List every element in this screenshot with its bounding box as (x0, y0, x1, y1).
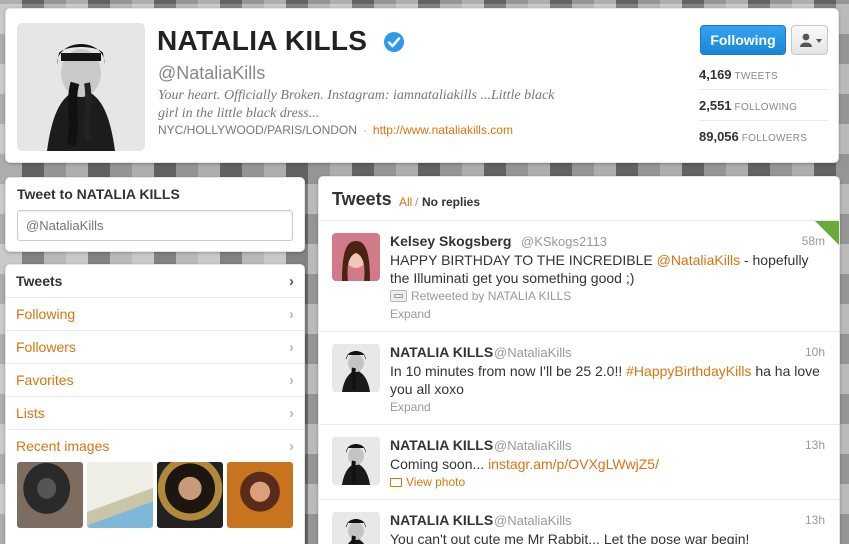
chevron-right-icon: › (289, 438, 294, 455)
retweeted-by-row: Retweeted by NATALIA KILLS (390, 289, 571, 303)
tweet-text: HAPPY BIRTHDAY TO THE INCREDIBLE @Natali… (390, 251, 830, 287)
following-button[interactable]: Following (700, 25, 786, 55)
profile-name: NATALIA KILLS (157, 25, 368, 56)
mention-link[interactable]: @NataliaKills (657, 252, 740, 268)
tweet-timestamp[interactable]: 10h (805, 345, 825, 359)
tweet-avatar[interactable] (332, 344, 380, 392)
following-stat-label: FOLLOWING (734, 102, 798, 113)
profile-bio: Your heart. Officially Broken. Instagram… (158, 88, 555, 121)
tweet-text: Coming soon... instagr.am/p/OVXgLWwjZ5/ (390, 455, 830, 473)
nav-item-tweets[interactable]: Tweets › (6, 265, 304, 298)
tweet-author-name[interactable]: NATALIA KILLS (390, 344, 493, 360)
view-photo-label: View photo (406, 475, 466, 489)
nav-item-label: Followers (16, 339, 76, 355)
retweet-icon (390, 290, 407, 302)
tweet-author-name[interactable]: Kelsey Skogsberg (390, 233, 511, 249)
profile-location-row: NYC/HOLLYWOOD/PARIS/LONDON · http://www.na… (158, 123, 513, 137)
nav-item-lists[interactable]: Lists › (6, 397, 304, 430)
stream-title: Tweets (332, 189, 392, 209)
tweet-text-part: Coming soon... (390, 456, 489, 472)
followers-stat[interactable]: 89,056 FOLLOWERS (699, 129, 829, 144)
nav-item-following[interactable]: Following › (6, 298, 304, 331)
retweeted-by-text[interactable]: Retweeted by NATALIA KILLS (411, 289, 571, 303)
expand-link[interactable]: Expand (390, 400, 431, 414)
instagram-link[interactable]: instagr.am/p/OVXgLWwjZ5/ (488, 456, 659, 472)
chevron-right-icon: › (289, 405, 294, 422)
profile-avatar[interactable] (17, 23, 145, 151)
tweet-to-input[interactable] (17, 210, 293, 241)
nav-item-label: Following (16, 306, 76, 322)
followers-stat-label: FOLLOWERS (741, 133, 808, 144)
nav-item-label: Favorites (16, 372, 74, 388)
tweet-timestamp[interactable]: 13h (805, 513, 825, 527)
tweet-author-name[interactable]: NATALIA KILLS (390, 512, 493, 528)
profile-header: NATALIA KILLS @NataliaKills Your heart. … (5, 8, 839, 163)
recent-image-thumbnail[interactable] (227, 462, 293, 528)
tweet-author-name[interactable]: NATALIA KILLS (390, 437, 493, 453)
followers-count: 89,056 (699, 129, 739, 144)
nav-item-recent-images[interactable]: Recent images › (6, 430, 304, 463)
recent-image-thumbnail[interactable] (87, 462, 153, 528)
tweet-item[interactable]: NATALIA KILLS @NataliaKills 13h You can'… (319, 500, 839, 544)
tweets-stat-label: TWEETS (734, 71, 779, 82)
profile-location: NYC/HOLLYWOOD/PARIS/LONDON (158, 123, 357, 137)
filter-all-link[interactable]: All (399, 195, 412, 209)
profile-nav: Tweets › Following › Followers › Favorites ›… (5, 264, 305, 544)
stat-divider (699, 120, 828, 121)
tweet-author-handle[interactable]: @NataliaKills (494, 513, 572, 528)
following-count: 2,551 (699, 98, 732, 113)
tweets-count: 4,169 (699, 67, 732, 82)
recent-image-thumbnail[interactable] (157, 462, 223, 528)
tweet-to-title: Tweet to NATALIA KILLS (17, 186, 180, 202)
tweet-avatar[interactable] (332, 437, 380, 485)
tweet-author-handle[interactable]: @KSkogs2113 (521, 234, 607, 249)
tweet-timestamp[interactable]: 13h (805, 438, 825, 452)
tweet-text: You can't out cute me Mr Rabbit... Let t… (390, 531, 750, 544)
recent-image-thumbnail[interactable] (17, 462, 83, 528)
nav-item-followers[interactable]: Followers › (6, 331, 304, 364)
photo-icon (390, 478, 402, 487)
view-photo-link[interactable]: View photo (390, 475, 465, 489)
nav-item-label: Tweets (16, 273, 63, 289)
filter-separator: / (415, 195, 419, 209)
tweet-avatar[interactable] (332, 233, 380, 281)
tweet-item[interactable]: Kelsey Skogsberg @KSkogs2113 58m HAPPY B… (319, 221, 839, 332)
tweet-author-handle[interactable]: @NataliaKills (494, 345, 572, 360)
user-dropdown-icon (800, 33, 822, 47)
filter-no-replies[interactable]: No replies (422, 195, 480, 209)
chevron-right-icon: › (289, 306, 294, 323)
nav-item-label: Recent images (16, 438, 110, 454)
chevron-right-icon: › (289, 339, 294, 356)
tweet-item[interactable]: NATALIA KILLS @NataliaKills 13h Coming s… (319, 425, 839, 500)
tweet-timestamp[interactable]: 58m (802, 234, 825, 248)
tweets-stat[interactable]: 4,169 TWEETS (699, 67, 829, 82)
chevron-right-icon: › (289, 273, 294, 290)
tweet-avatar[interactable] (332, 512, 380, 544)
nav-item-favorites[interactable]: Favorites › (6, 364, 304, 397)
tweet-to-box: Tweet to NATALIA KILLS (5, 177, 305, 252)
tweet-item[interactable]: NATALIA KILLS @NataliaKills 10h In 10 mi… (319, 332, 839, 425)
hashtag-link[interactable]: #HappyBirthdayKills (626, 363, 751, 379)
tweet-text-part: HAPPY BIRTHDAY TO THE INCREDIBLE (390, 252, 657, 268)
user-actions-button[interactable] (791, 25, 828, 55)
profile-handle: @NataliaKills (158, 63, 266, 83)
following-stat[interactable]: 2,551 FOLLOWING (699, 98, 829, 113)
tweet-text-part: In 10 minutes from now I'll be 25 2.0!! (390, 363, 627, 379)
tweet-text: In 10 minutes from now I'll be 25 2.0!! … (390, 362, 830, 398)
tweet-author-handle[interactable]: @NataliaKills (494, 438, 572, 453)
stat-divider (699, 89, 828, 90)
nav-item-label: Lists (16, 405, 45, 421)
location-separator: · (362, 123, 367, 137)
stream-header: Tweets All / No replies (319, 177, 839, 221)
expand-link[interactable]: Expand (390, 307, 431, 321)
tweets-stream: Tweets All / No replies Kelsey Skogsberg… (318, 176, 840, 544)
profile-url-link[interactable]: http://www.nataliakills.com (373, 123, 513, 137)
chevron-right-icon: › (289, 372, 294, 389)
verified-badge-icon (384, 32, 404, 52)
